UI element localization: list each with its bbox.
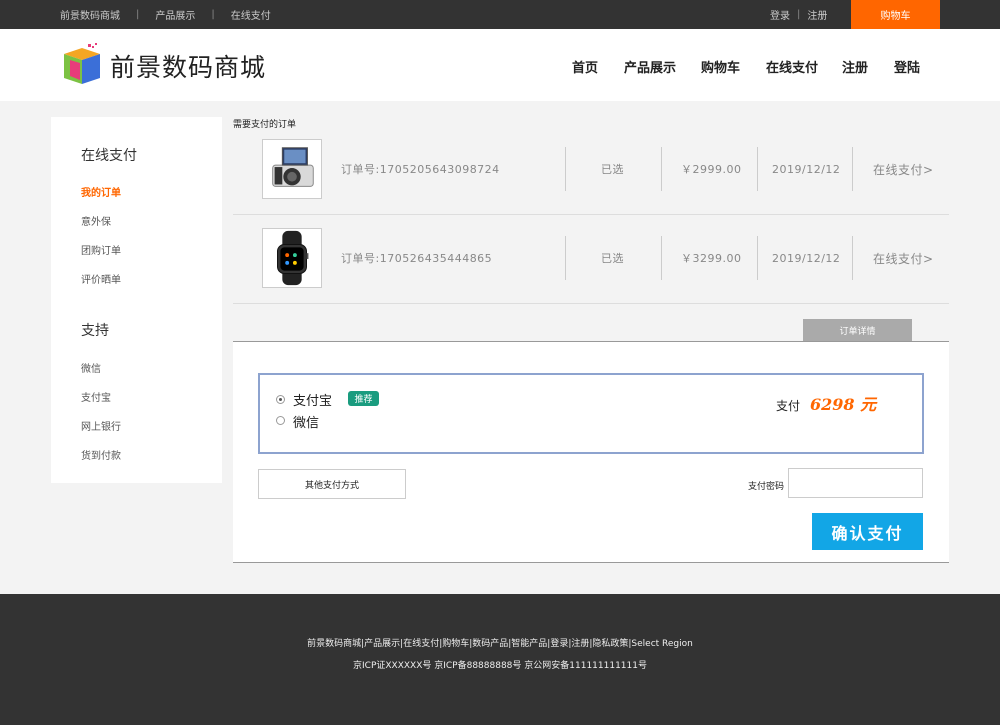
alipay-radio[interactable] xyxy=(276,395,285,404)
wechat-label[interactable]: 微信 xyxy=(293,412,319,431)
sidebar-item-group-orders[interactable]: 团购订单 xyxy=(81,242,121,257)
camera-image[interactable] xyxy=(262,139,322,199)
sidebar-item-wechat[interactable]: 微信 xyxy=(81,360,101,375)
logo-icon[interactable] xyxy=(62,42,102,86)
divider xyxy=(852,236,853,280)
order-price: ￥3299.00 xyxy=(681,252,742,265)
tab-order-details[interactable]: 订单详情 xyxy=(803,319,912,341)
nav-register[interactable]: 注册 xyxy=(842,57,868,76)
order-number: 订单号:170526435444865 xyxy=(341,252,493,265)
order-row: 订单号:170526435444865 已选 ￥3299.00 2019/12/… xyxy=(233,216,949,304)
order-date: 2019/12/12 xyxy=(772,162,841,176)
cart-button[interactable]: 购物车 xyxy=(851,0,940,29)
pay-online-link[interactable]: 在线支付> xyxy=(873,236,934,280)
order-price: ￥2999.00 xyxy=(681,163,742,176)
divider xyxy=(565,147,566,191)
wechat-radio[interactable] xyxy=(276,416,285,425)
register-link[interactable]: 注册 xyxy=(807,7,827,22)
nav-home[interactable]: 首页 xyxy=(572,57,598,76)
top-bar: 前景数码商城 | 产品展示 | 在线支付 登录 | 注册 购物车 xyxy=(0,0,1000,29)
smartwatch-image[interactable] xyxy=(262,228,322,288)
pay-online-link[interactable]: 在线支付> xyxy=(873,147,934,191)
order-status: 已选 xyxy=(601,163,624,176)
order-date: 2019/12/12 xyxy=(772,251,841,265)
brand-name[interactable]: 前景数码商城 xyxy=(110,48,266,84)
recommended-badge: 推荐 xyxy=(348,391,379,406)
pay-label: 支付 xyxy=(776,399,801,413)
nav-login[interactable]: 登陆 xyxy=(894,57,920,76)
separator: | xyxy=(136,9,140,20)
sidebar-item-cod[interactable]: 货到付款 xyxy=(81,447,121,462)
sidebar-item-my-orders[interactable]: 我的订单 xyxy=(81,184,121,199)
order-number: 订单号:1705205643098724 xyxy=(341,163,500,176)
footer-icp: 京ICP证XXXXXX号 京ICP备88888888号 京公网安备1111111… xyxy=(353,661,647,671)
sidebar-title-support: 支持 xyxy=(81,323,109,339)
top-link-home[interactable]: 前景数码商城 xyxy=(60,7,120,22)
password-label: 支付密码 xyxy=(748,482,785,492)
confirm-payment-button[interactable]: 确认支付 xyxy=(812,513,923,550)
pay-amount: 6298 元 xyxy=(810,395,877,414)
footer-links[interactable]: 前景数码商城|产品展示|在线支付|购物车|数码产品|智能产品|登录|注册|隐私政… xyxy=(0,636,1000,649)
header: 前景数码商城 首页 产品展示 购物车 在线支付 注册 登陆 xyxy=(0,29,1000,101)
divider xyxy=(852,147,853,191)
footer: 前景数码商城|产品展示|在线支付|购物车|数码产品|智能产品|登录|注册|隐私政… xyxy=(0,594,1000,725)
sidebar-item-alipay[interactable]: 支付宝 xyxy=(81,389,111,404)
sidebar-title-payment: 在线支付 xyxy=(81,148,137,164)
other-payment-methods-button[interactable]: 其他支付方式 xyxy=(258,469,406,499)
nav-payment[interactable]: 在线支付 xyxy=(766,57,818,76)
sidebar: 在线支付 我的订单 意外保 团购订单 评价晒单 支持 微信 支付宝 网上银行 货… xyxy=(51,117,222,483)
top-link-payment[interactable]: 在线支付 xyxy=(231,7,271,22)
nav-products[interactable]: 产品展示 xyxy=(624,57,676,76)
divider xyxy=(661,147,662,191)
divider xyxy=(757,236,758,280)
sidebar-item-insurance[interactable]: 意外保 xyxy=(81,213,111,228)
divider xyxy=(565,236,566,280)
order-status: 已选 xyxy=(601,252,624,265)
sidebar-item-reviews[interactable]: 评价晒单 xyxy=(81,271,121,286)
separator: | xyxy=(211,9,215,20)
payment-method-box: 支付宝 推荐 微信 支付 6298 元 xyxy=(258,373,924,454)
order-row: 订单号:1705205643098724 已选 ￥2999.00 2019/12… xyxy=(233,127,949,215)
nav-cart[interactable]: 购物车 xyxy=(701,57,740,76)
top-links: 前景数码商城 | 产品展示 | 在线支付 xyxy=(60,0,271,29)
separator: | xyxy=(797,9,801,20)
payment-password-input[interactable] xyxy=(788,468,923,498)
top-link-products[interactable]: 产品展示 xyxy=(155,7,195,22)
login-link[interactable]: 登录 xyxy=(770,7,790,22)
divider xyxy=(757,147,758,191)
alipay-label[interactable]: 支付宝 xyxy=(293,390,332,409)
divider xyxy=(661,236,662,280)
payment-panel: 支付宝 推荐 微信 支付 6298 元 其他支付方式 支付密码 确认支付 xyxy=(233,342,949,563)
account-links: 登录 | 注册 xyxy=(770,0,827,29)
sidebar-item-online-bank[interactable]: 网上银行 xyxy=(81,418,121,433)
